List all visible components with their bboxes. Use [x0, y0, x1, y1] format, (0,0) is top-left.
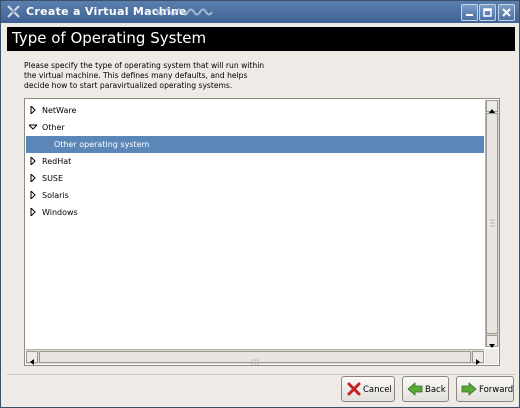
scroll-left-button[interactable] [26, 351, 38, 365]
scroll-down-button[interactable] [486, 335, 498, 348]
maximize-button[interactable] [479, 4, 496, 21]
arrow-right-icon [476, 359, 480, 365]
back-button[interactable]: Back [402, 376, 449, 402]
expander-collapsed-icon[interactable] [29, 208, 37, 216]
close-button[interactable] [498, 4, 515, 21]
dialog-window: Create a Virtual Machine Type of Operati… [0, 0, 520, 408]
tree-row-windows[interactable]: Windows [26, 204, 484, 221]
title-bar[interactable]: Create a Virtual Machine [1, 1, 519, 23]
scroll-up-button[interactable] [486, 100, 498, 113]
vertical-scroll-thumb[interactable] [486, 113, 498, 334]
tree-view[interactable]: NetWare Other Other operating system Red… [26, 100, 484, 347]
tree-row-netware[interactable]: NetWare [26, 102, 484, 119]
tree-row-other-operating-system[interactable]: Other operating system [26, 136, 484, 153]
back-arrow-icon [407, 382, 423, 396]
hostname-blur [151, 8, 213, 16]
forward-arrow-icon [461, 382, 477, 396]
expander-collapsed-icon[interactable] [29, 191, 37, 199]
expander-collapsed-icon[interactable] [29, 106, 37, 114]
expander-collapsed-icon[interactable] [29, 174, 37, 182]
minimize-icon [466, 14, 473, 16]
vertical-scrollbar[interactable] [485, 100, 499, 348]
forward-label: Forward [479, 385, 514, 395]
maximize-icon [483, 8, 492, 17]
scroll-right-button[interactable] [472, 351, 484, 365]
tree-row-other[interactable]: Other [26, 119, 484, 136]
virt-manager-icon [7, 5, 20, 18]
description-line: decide how to start paravirtualized oper… [24, 81, 233, 90]
os-type-tree[interactable]: NetWare Other Other operating system Red… [24, 98, 500, 366]
tree-row-label: NetWare [42, 106, 77, 115]
scrollbar-corner [485, 349, 498, 364]
page-header: Type of Operating System [7, 27, 515, 51]
grip-icon [251, 359, 259, 365]
page-description: Please specify the type of operating sys… [24, 61, 274, 91]
horizontal-scroll-thumb[interactable] [39, 351, 471, 365]
arrow-left-icon [30, 359, 34, 365]
cancel-icon [347, 382, 361, 396]
tree-row-label: SUSE [42, 174, 64, 183]
tree-row-label: Other [42, 123, 65, 132]
page-title: Type of Operating System [12, 29, 207, 47]
grip-icon [490, 219, 495, 227]
tree-row-suse[interactable]: SUSE [26, 170, 484, 187]
tree-row-label: Solaris [42, 191, 69, 200]
cancel-button[interactable]: Cancel [341, 376, 395, 402]
expander-expanded-icon[interactable] [29, 123, 37, 131]
tree-row-label: Other operating system [54, 140, 150, 149]
horizontal-scrollbar[interactable] [26, 349, 484, 365]
expander-collapsed-icon[interactable] [29, 157, 37, 165]
tree-row-solaris[interactable]: Solaris [26, 187, 484, 204]
back-label: Back [425, 385, 446, 395]
minimize-button[interactable] [461, 4, 478, 21]
tree-row-redhat[interactable]: RedHat [26, 153, 484, 170]
tree-row-label: Windows [42, 208, 78, 217]
button-separator [7, 374, 515, 375]
description-line: the virtual machine. This defines many d… [24, 71, 248, 80]
cancel-label: Cancel [363, 385, 392, 395]
close-icon [502, 8, 511, 17]
tree-row-label: RedHat [42, 157, 72, 166]
forward-button[interactable]: Forward [456, 376, 514, 402]
description-line: Please specify the type of operating sys… [24, 61, 265, 70]
